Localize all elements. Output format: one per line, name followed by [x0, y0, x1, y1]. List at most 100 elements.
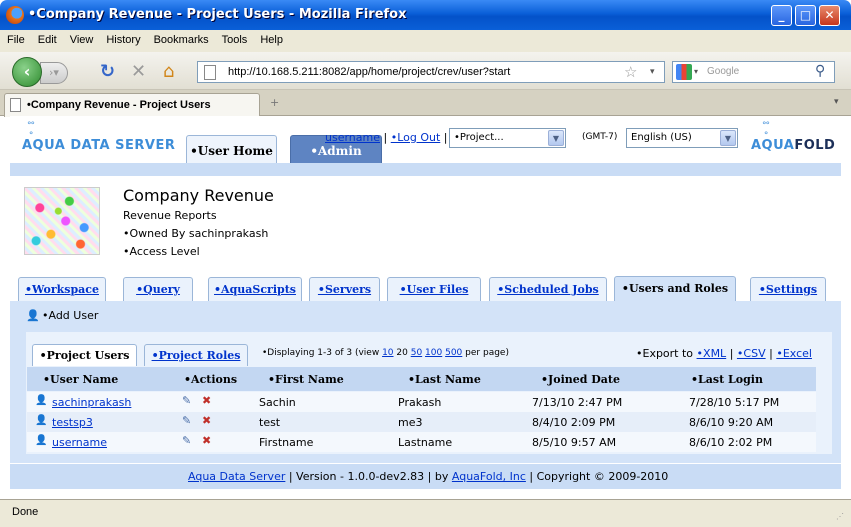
delete-user-icon[interactable]: ✖ [202, 414, 211, 427]
menu-bookmarks[interactable]: Bookmarks [147, 30, 215, 46]
paging-prefix: •Displaying 1-3 of 3 (view [262, 348, 380, 358]
user-name-link[interactable]: testsp3 [52, 416, 93, 429]
edit-user-icon[interactable]: ✎ [182, 414, 191, 427]
page-size-500[interactable]: 500 [445, 348, 462, 358]
last-login: 8/6/10 9:20 AM [689, 416, 774, 429]
menu-edit[interactable]: Edit [31, 30, 63, 46]
page-size-100[interactable]: 100 [425, 348, 442, 358]
url-dropdown-icon[interactable]: ▾ [650, 66, 655, 77]
table-row: 👤 testsp3 ✎ ✖ test me3 8/4/10 2:09 PM 8/… [27, 412, 816, 432]
aquafold-logo-b: FOLD [794, 138, 836, 153]
home-icon[interactable]: ⌂ [163, 62, 174, 82]
close-icon[interactable]: ✕ [819, 5, 840, 26]
menu-history[interactable]: History [99, 30, 146, 46]
export-excel-link[interactable]: •Excel [776, 347, 812, 360]
footer-product-link[interactable]: Aqua Data Server [188, 470, 285, 483]
status-text: Done [12, 506, 39, 518]
language-select-value: English (US) [631, 132, 692, 143]
edit-user-icon[interactable]: ✎ [182, 434, 191, 447]
engine-dropdown-icon[interactable]: ▾ [694, 67, 698, 76]
tab-aquascripts[interactable]: •AquaScripts [208, 277, 302, 301]
user-icon: 👤 [35, 415, 48, 426]
search-box[interactable]: ▾ Google ⚲ [672, 61, 835, 83]
column-joined-date[interactable]: •Joined Date [541, 373, 620, 386]
stop-icon[interactable]: ✕ [131, 62, 146, 82]
firefox-icon [6, 6, 24, 24]
delete-user-icon[interactable]: ✖ [202, 434, 211, 447]
tab-workspace[interactable]: •Workspace [18, 277, 106, 301]
back-icon[interactable]: ‹ [12, 57, 42, 87]
project-access: •Access Level [123, 245, 200, 258]
user-name-link[interactable]: username [52, 436, 107, 449]
browser-tab-label: •Company Revenue - Project Users [27, 99, 211, 111]
column-last-login[interactable]: •Last Login [691, 373, 763, 386]
tab-settings[interactable]: •Settings [750, 277, 826, 301]
tab-user-files[interactable]: •User Files [387, 277, 481, 301]
project-image [24, 187, 100, 255]
table-row: 👤 username ✎ ✖ Firstname Lastname 8/5/10… [27, 432, 816, 452]
new-tab-icon[interactable]: + [270, 96, 279, 109]
username-link[interactable]: username [325, 131, 380, 144]
column-last-name[interactable]: •Last Name [408, 373, 481, 386]
paging-info: •Displaying 1-3 of 3 (view 10 20 50 100 … [262, 348, 509, 358]
tab-query[interactable]: •Query [123, 277, 193, 301]
separator: | [769, 347, 773, 360]
menu-file[interactable]: File [0, 30, 31, 46]
first-name: Sachin [259, 396, 296, 409]
project-select[interactable]: •Project... ▼ [449, 128, 566, 148]
export-csv-link[interactable]: •CSV [737, 347, 766, 360]
page-size-50[interactable]: 50 [411, 348, 422, 358]
forward-icon[interactable]: ›▾ [40, 62, 68, 84]
browser-tab[interactable]: •Company Revenue - Project Users [4, 93, 260, 117]
column-actions: •Actions [184, 373, 238, 386]
url-bar[interactable]: http://10.168.5.211:8082/app/home/projec… [197, 61, 665, 83]
tab-project-users[interactable]: •Project Users [32, 344, 137, 366]
export-label: •Export to [636, 347, 694, 360]
menu-view[interactable]: View [63, 30, 100, 46]
logout-link[interactable]: •Log Out [391, 131, 441, 144]
status-bar: Done ⋰ [0, 499, 851, 527]
reload-icon[interactable]: ↻ [100, 62, 115, 82]
column-user-name[interactable]: •User Name [43, 373, 118, 386]
project-owner: •Owned By sachinprakash [123, 227, 269, 240]
add-user-icon[interactable]: 👤 [26, 309, 40, 322]
joined-date: 8/4/10 2:09 PM [532, 416, 616, 429]
language-select[interactable]: English (US) ▼ [626, 128, 738, 148]
aquafold-logo: AQUAFOLD [751, 138, 835, 153]
tab-servers[interactable]: •Servers [309, 277, 380, 301]
menu-help[interactable]: Help [253, 30, 289, 46]
export-xml-link[interactable]: •XML [697, 347, 727, 360]
table-row: 👤 sachinprakash ✎ ✖ Sachin Prakash 7/13/… [27, 392, 816, 412]
project-description: Revenue Reports [123, 209, 217, 222]
first-name: test [259, 416, 281, 429]
first-name: Firstname [259, 436, 314, 449]
tab-users-and-roles[interactable]: •Users and Roles [614, 276, 736, 302]
bookmark-star-icon[interactable]: ☆ [624, 63, 637, 81]
tab-users-and-roles-label: •Users and Roles [621, 282, 729, 295]
search-placeholder: Google [707, 66, 740, 77]
brand-name: AQUA DATA SERVER [22, 138, 175, 153]
minimize-icon[interactable]: _ [771, 5, 792, 26]
search-icon[interactable]: ⚲ [815, 63, 825, 79]
last-login: 7/28/10 5:17 PM [689, 396, 780, 409]
add-user-link[interactable]: •Add User [42, 309, 98, 322]
footer: Aqua Data Server | Version - 1.0.0-dev2.… [10, 464, 841, 489]
separator: | [729, 347, 734, 360]
tab-workspace-label: •Workspace [25, 283, 99, 296]
brand-text: AQUA DATA SERVER [22, 138, 176, 153]
resize-grip-icon[interactable]: ⋰ [836, 512, 844, 521]
edit-user-icon[interactable]: ✎ [182, 394, 191, 407]
column-first-name[interactable]: •First Name [268, 373, 344, 386]
tab-project-roles[interactable]: •Project Roles [144, 344, 248, 366]
tab-user-home[interactable]: •User Home [186, 135, 277, 163]
menu-tools[interactable]: Tools [215, 30, 254, 46]
delete-user-icon[interactable]: ✖ [202, 394, 211, 407]
footer-company-link[interactable]: AquaFold, Inc [452, 470, 526, 483]
tab-list-icon[interactable]: ▾ [834, 97, 839, 107]
tab-admin-label: •Admin [310, 144, 362, 158]
maximize-icon[interactable]: □ [795, 5, 816, 26]
page-size-10[interactable]: 10 [382, 348, 393, 358]
header-band [10, 163, 841, 176]
tab-scheduled-jobs[interactable]: •Scheduled Jobs [489, 277, 607, 301]
user-name-link[interactable]: sachinprakash [52, 396, 131, 409]
